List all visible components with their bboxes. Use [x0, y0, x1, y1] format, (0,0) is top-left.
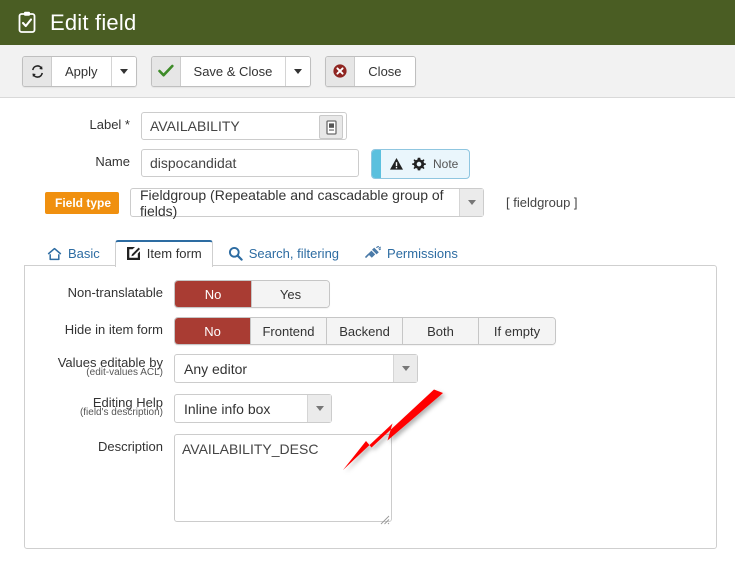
field-type-row: Field type Fieldgroup (Repeatable and ca… [0, 186, 735, 219]
non-translatable-option-yes[interactable]: Yes [252, 281, 329, 307]
save-close-button-group[interactable]: Save & Close [150, 55, 312, 87]
field-type-code: [ fieldgroup ] [506, 195, 578, 210]
note-button-label: Note [433, 157, 459, 171]
save-close-dropdown-toggle[interactable] [285, 56, 311, 86]
description-textarea[interactable]: AVAILABILITY_DESC [174, 434, 392, 522]
values-editable-by-value: Any editor [184, 360, 248, 377]
editing-help-select[interactable]: Inline info box [174, 394, 332, 423]
apply-dropdown-toggle[interactable] [110, 56, 136, 86]
name-field-row: Name Note [0, 149, 735, 179]
hide-option-frontend[interactable]: Frontend [251, 318, 327, 344]
gear-icon [412, 157, 426, 171]
home-icon [47, 247, 62, 261]
field-type-badge: Field type [44, 191, 119, 214]
apply-button-group[interactable]: Apply [22, 55, 137, 87]
label-field-row: Label * [0, 112, 735, 140]
tab-basic[interactable]: Basic [36, 240, 111, 267]
editing-help-value: Inline info box [184, 400, 271, 417]
non-translatable-option-no[interactable]: No [175, 281, 252, 307]
name-field-label: Name [95, 154, 130, 169]
field-type-badge-wrap: Field type [0, 191, 130, 214]
description-row: Description AVAILABILITY_DESC [25, 434, 716, 525]
values-editable-by-label: Values editable by (edit-values ACL) [25, 354, 174, 379]
chevron-down-icon[interactable] [459, 189, 483, 216]
check-icon [151, 56, 181, 86]
hide-in-item-form-row: Hide in item form No Frontend Backend Bo… [25, 317, 716, 345]
page-title: Edit field [50, 9, 137, 35]
non-translatable-radio-group[interactable]: No Yes [174, 280, 330, 308]
values-editable-by-select[interactable]: Any editor [174, 354, 418, 383]
cancel-circle-icon [326, 56, 356, 86]
name-input[interactable] [141, 149, 359, 177]
values-editable-by-row: Values editable by (edit-values ACL) Any… [25, 354, 716, 383]
item-form-panel: Non-translatable No Yes Hide in item for… [24, 265, 717, 549]
close-button-group[interactable]: Close [325, 55, 416, 87]
field-type-selected-value: Fieldgroup (Repeatable and cascadable gr… [140, 186, 444, 219]
note-accent-bar [372, 150, 381, 178]
description-wrapper: AVAILABILITY_DESC [174, 434, 392, 525]
refresh-icon [23, 56, 52, 86]
tab-search-filtering-label: Search, filtering [248, 246, 340, 261]
tab-item-form-label: Item form [146, 246, 202, 261]
label-input-wrapper [141, 112, 347, 140]
plug-icon [365, 246, 382, 261]
tab-basic-label: Basic [68, 246, 100, 261]
non-translatable-row: Non-translatable No Yes [25, 280, 716, 308]
editing-help-row: Editing Help (field's description) Inlin… [25, 394, 716, 423]
description-label: Description [97, 439, 163, 454]
tab-bar: Basic Item form Search, filtering Permis… [0, 239, 735, 267]
hide-option-if-empty[interactable]: If empty [479, 318, 555, 344]
apply-button-label[interactable]: Apply [52, 56, 111, 86]
edit-square-icon [126, 246, 141, 261]
editing-help-label: Editing Help (field's description) [25, 394, 174, 419]
translate-icon[interactable] [319, 115, 343, 139]
hide-in-item-form-label: Hide in item form [64, 322, 163, 337]
hide-in-item-form-radio-group[interactable]: No Frontend Backend Both If empty [174, 317, 556, 345]
page-header: Edit field [0, 0, 735, 45]
field-form: Label * Name [0, 98, 735, 219]
warning-triangle-icon [389, 157, 404, 171]
save-close-button-label[interactable]: Save & Close [180, 56, 286, 86]
toolbar: Apply Save & Close Close [0, 45, 735, 98]
tab-search-filtering[interactable]: Search, filtering [217, 240, 350, 267]
tab-permissions-label: Permissions [387, 246, 458, 261]
field-type-select[interactable]: Fieldgroup (Repeatable and cascadable gr… [130, 186, 484, 219]
label-input[interactable] [141, 112, 347, 140]
hide-option-no[interactable]: No [175, 318, 251, 344]
note-button[interactable]: Note [371, 149, 471, 179]
hide-option-both[interactable]: Both [403, 318, 479, 344]
chevron-down-icon [294, 68, 303, 74]
non-translatable-label: Non-translatable [67, 285, 163, 300]
values-editable-by-sublabel: (edit-values ACL) [86, 367, 163, 378]
chevron-down-icon [119, 68, 128, 74]
hide-option-backend[interactable]: Backend [327, 318, 403, 344]
editing-help-sublabel: (field's description) [79, 407, 163, 418]
chevron-down-icon[interactable] [307, 395, 331, 422]
search-icon [228, 246, 243, 261]
clipboard-check-icon [16, 11, 38, 35]
tab-item-form[interactable]: Item form [114, 240, 213, 267]
chevron-down-icon[interactable] [393, 355, 417, 382]
close-button-label[interactable]: Close [355, 56, 415, 86]
label-field-label: Label * [89, 117, 130, 132]
tab-permissions[interactable]: Permissions [354, 240, 469, 267]
